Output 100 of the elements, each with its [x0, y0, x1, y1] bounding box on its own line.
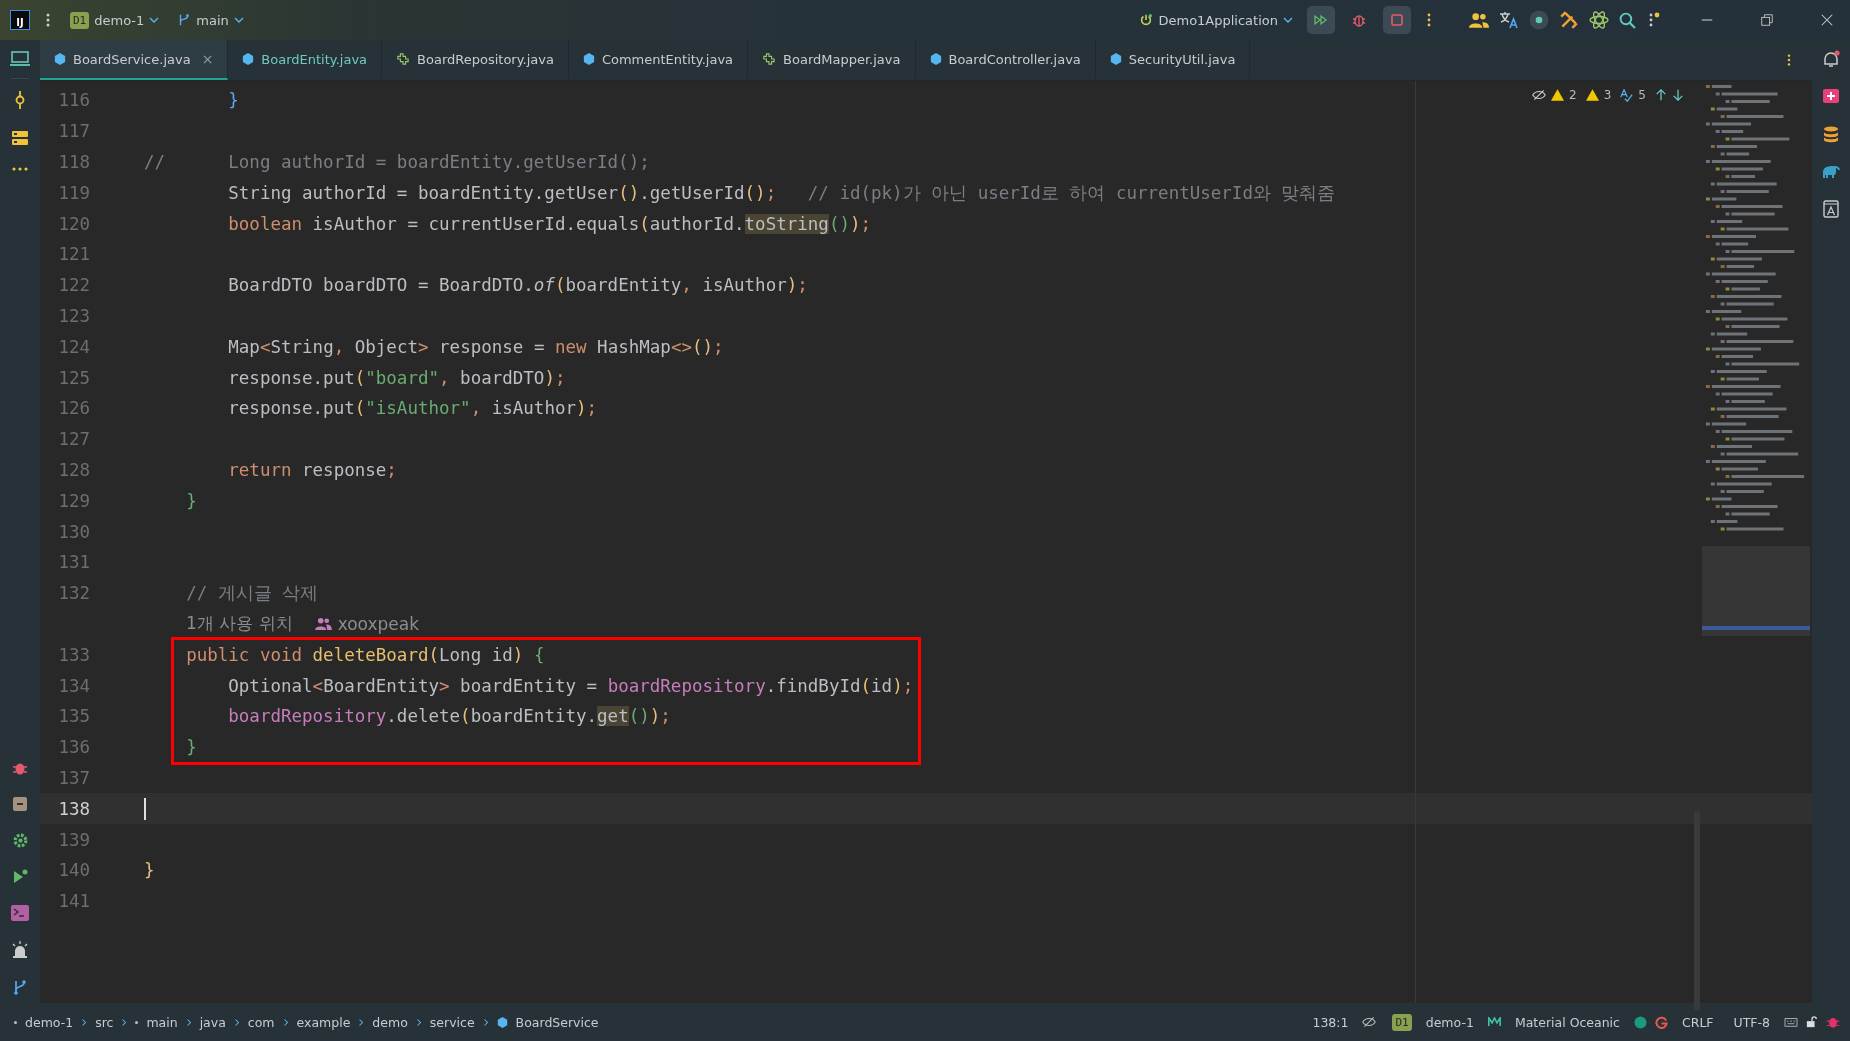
people-icon[interactable] [1469, 11, 1489, 29]
arrow-up-icon[interactable] [1655, 89, 1667, 101]
file-encoding[interactable]: UTF-8 [1733, 1014, 1770, 1030]
chevron-right-icon [121, 1017, 128, 1027]
line-number: 127 [57, 429, 91, 450]
structure-icon[interactable] [11, 129, 29, 147]
code-line: // 게시글 삭제 [185, 582, 319, 606]
project-selector[interactable]: D1 demo-1 [66, 7, 164, 33]
plus-box-icon[interactable] [1822, 88, 1840, 106]
status-circle-icon[interactable] [1633, 1015, 1647, 1029]
file-tab[interactable]: BoardRepository.java [382, 40, 569, 80]
project-name[interactable]: demo-1 [1425, 1014, 1474, 1030]
translate-icon[interactable] [1499, 11, 1519, 29]
arrow-down-icon[interactable] [1672, 89, 1684, 101]
breadcrumb[interactable]: demo-1 [25, 1014, 74, 1030]
restore-icon[interactable] [1760, 13, 1774, 27]
g-icon[interactable] [1654, 1015, 1668, 1029]
breadcrumb[interactable]: service [429, 1014, 475, 1030]
line-number: 122 [57, 275, 91, 296]
file-tab[interactable]: BoardService.java × [40, 40, 229, 80]
branch-selector[interactable]: main [173, 8, 248, 32]
weak-warning-count: 3 [1603, 88, 1612, 102]
breadcrumb[interactable]: com [247, 1014, 275, 1030]
line-number: 134 [57, 675, 91, 696]
breadcrumb[interactable]: demo [372, 1014, 408, 1030]
line-number: 120 [57, 213, 91, 234]
database-icon[interactable] [1823, 126, 1839, 144]
breadcrumb[interactable]: java [199, 1014, 226, 1030]
theme-name[interactable]: Material Oceanic [1514, 1014, 1620, 1030]
class-icon [242, 53, 255, 65]
settings-icon[interactable] [11, 832, 29, 849]
bell-icon[interactable] [1822, 50, 1840, 68]
text-cursor [144, 797, 146, 820]
people-icon [314, 617, 332, 631]
run-icon[interactable] [12, 869, 28, 885]
code-line: response.put("isAuthor", isAuthor); [227, 398, 598, 419]
code-line: boolean isAuthor = currentUserId.equals(authorId.toString()); [227, 213, 872, 234]
terminal-icon[interactable] [11, 905, 29, 921]
bug-icon [1351, 12, 1367, 28]
breadcrumb[interactable]: BoardService [515, 1014, 599, 1030]
atom-icon[interactable] [1589, 10, 1609, 30]
stop-icon [1389, 12, 1405, 28]
warning-icon[interactable] [1551, 89, 1565, 101]
usages-hint[interactable]: 1개 사용 위치 [186, 612, 293, 636]
file-tab[interactable]: BoardEntity.java [228, 40, 383, 80]
dictionary-icon[interactable] [1823, 200, 1839, 218]
branch-icon[interactable] [12, 979, 28, 995]
line-separator[interactable]: CRLF [1681, 1014, 1714, 1030]
archive-icon[interactable] [12, 796, 28, 812]
monitor-icon[interactable] [10, 50, 30, 68]
class-icon [1109, 53, 1122, 65]
power-icon [1139, 13, 1154, 27]
line-number: 130 [57, 521, 91, 542]
keyboard-icon[interactable] [1784, 1016, 1798, 1028]
file-tab[interactable]: SecurityUtil.java [1095, 40, 1251, 80]
line-number: 136 [57, 737, 91, 758]
code-line: response.put("board", boardDTO); [227, 367, 566, 388]
file-tab[interactable]: BoardController.java [915, 40, 1096, 80]
more-icon[interactable] [12, 167, 28, 171]
warning-count: 2 [1569, 88, 1577, 102]
elephant-icon[interactable] [1821, 164, 1841, 180]
file-tab[interactable]: CommentEntity.java [568, 40, 749, 80]
chevron-right-icon [482, 1017, 489, 1027]
eye-off-icon[interactable] [1362, 1016, 1377, 1028]
search-icon[interactable] [1619, 11, 1636, 29]
theme-icon[interactable] [1487, 1017, 1501, 1027]
close-icon[interactable] [1820, 13, 1834, 27]
stop-button[interactable] [1383, 6, 1411, 34]
alarm-icon[interactable] [11, 941, 29, 959]
reader-mode-icon[interactable] [1532, 89, 1547, 101]
bug-icon[interactable] [1826, 1015, 1840, 1029]
cursor-position[interactable]: 138:1 [1312, 1014, 1349, 1030]
app-logo[interactable]: IJ [10, 10, 30, 30]
file-tab[interactable]: BoardMapper.java [748, 40, 916, 80]
plugin-icon [396, 53, 411, 65]
tab-label: CommentEntity.java [601, 51, 734, 67]
plugin-icon [762, 53, 777, 65]
code-line: public void deleteBoard(Long id) { [185, 644, 545, 665]
tools-icon[interactable] [1559, 10, 1579, 30]
close-tab-button[interactable]: × [201, 51, 214, 67]
record-icon[interactable] [1529, 10, 1549, 30]
project-badge: D1 [1392, 1013, 1412, 1031]
line-number: 138 [57, 798, 91, 819]
run-button[interactable] [1307, 6, 1335, 34]
line-number: 118 [57, 152, 91, 172]
run-config-selector[interactable]: Demo1Application [1135, 8, 1297, 32]
line-number: 133 [57, 644, 91, 665]
spellcheck-icon[interactable] [1620, 88, 1634, 102]
code-line: BoardDTO boardDTO = BoardDTO.of(boardEntity, isAuthor); [227, 275, 808, 296]
breadcrumb[interactable]: example [296, 1014, 351, 1030]
warning-icon[interactable] [1585, 89, 1599, 101]
module-icon [14, 1020, 17, 1024]
chevron-down-icon [1283, 17, 1293, 23]
lock-icon[interactable] [1806, 1016, 1818, 1028]
line-number: 124 [57, 336, 91, 357]
line-number: 132 [57, 583, 91, 604]
breadcrumb[interactable]: src [95, 1014, 114, 1030]
breadcrumb[interactable]: main [146, 1014, 178, 1030]
code-line: // Long authorId = boardEntity.getUserId(); [144, 152, 650, 172]
author-hint[interactable]: xooxpeak [337, 613, 419, 634]
